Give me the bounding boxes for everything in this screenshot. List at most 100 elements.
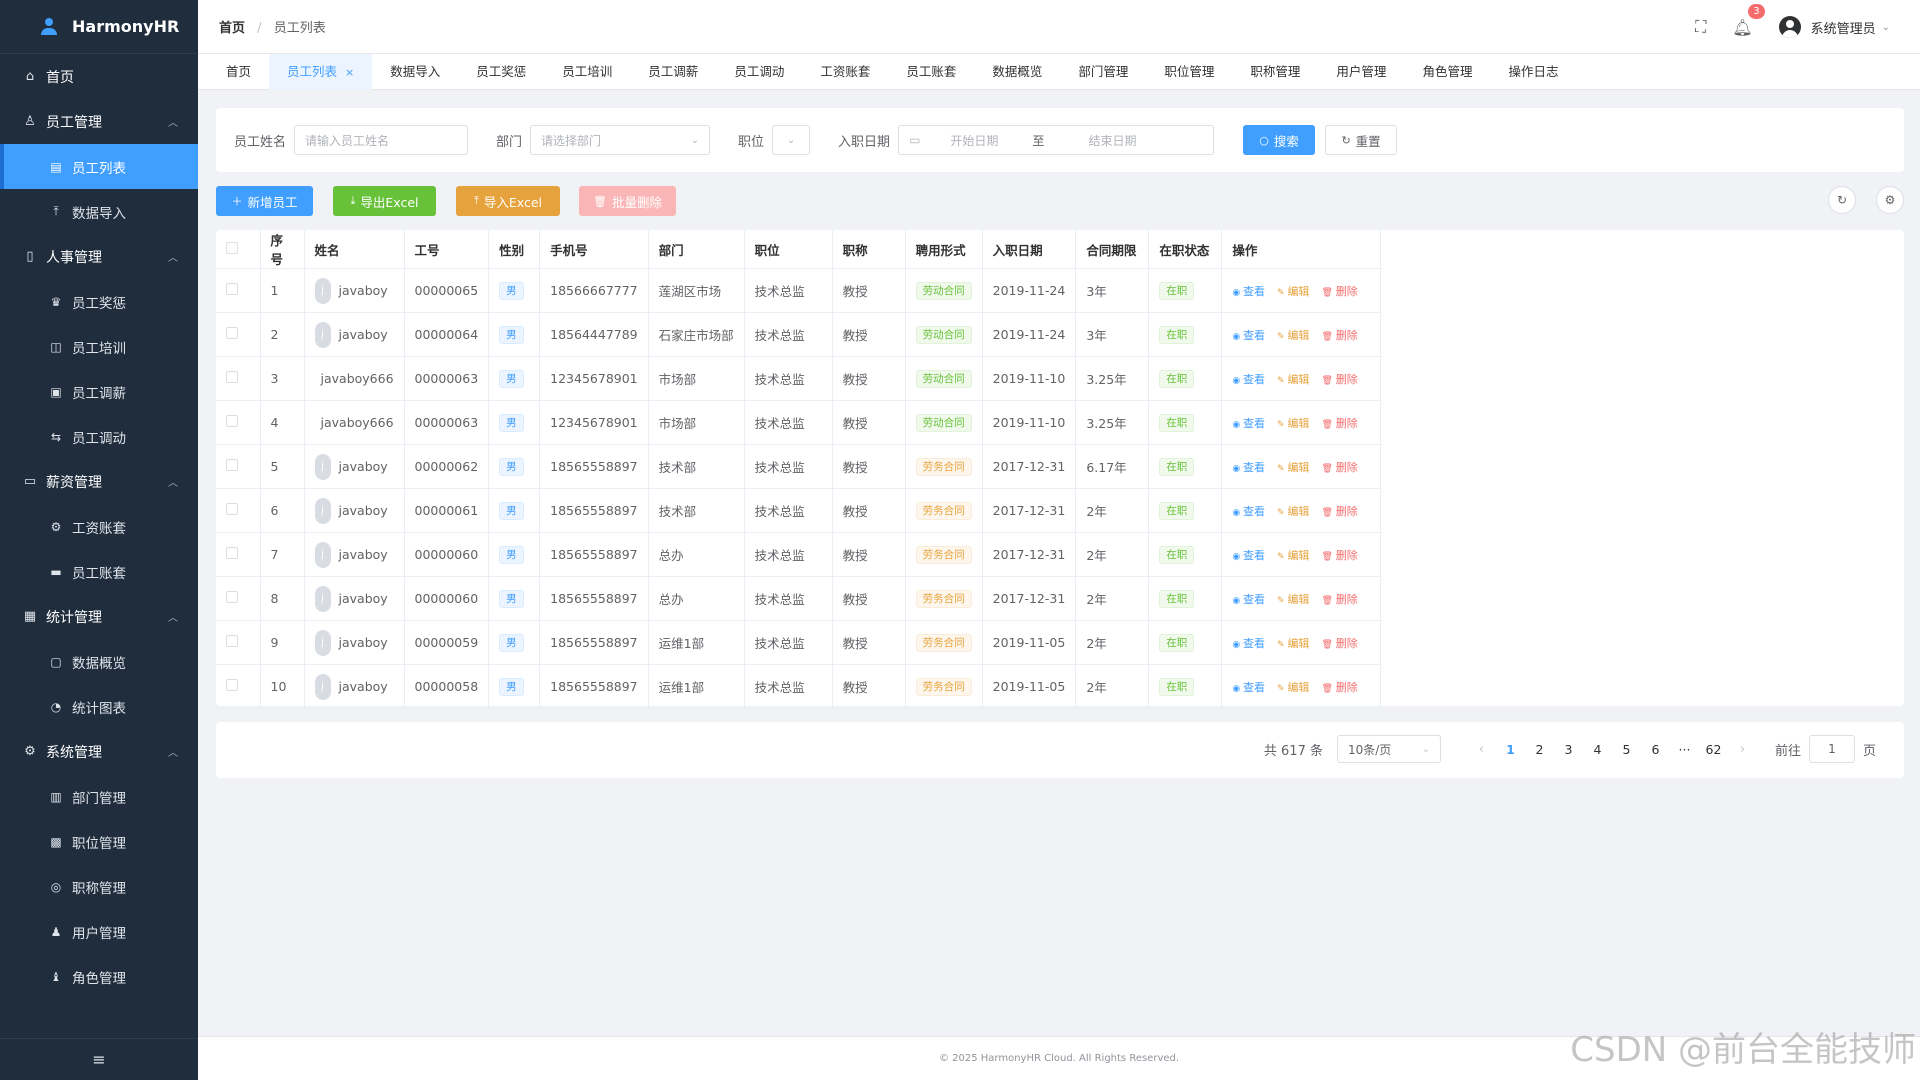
select-all-checkbox[interactable] bbox=[216, 230, 261, 269]
breadcrumb-home[interactable]: 首页 bbox=[219, 21, 245, 36]
reset-button[interactable]: ↻ 重置 bbox=[1325, 125, 1398, 155]
delete-button[interactable]: 🗑︎ 删除 bbox=[1321, 637, 1357, 650]
tab-6[interactable]: 员工调动 bbox=[716, 54, 802, 90]
tab-13[interactable]: 用户管理 bbox=[1318, 54, 1404, 90]
delete-button[interactable]: 🗑︎ 删除 bbox=[1321, 373, 1357, 386]
search-button[interactable]: ○ 搜索 bbox=[1243, 125, 1316, 155]
edit-button[interactable]: ✎ 编辑 bbox=[1277, 549, 1309, 562]
fullscreen-icon[interactable]: ⛶ bbox=[1695, 17, 1706, 37]
tab-2[interactable]: 数据导入 bbox=[372, 54, 458, 90]
next-page-icon[interactable]: › bbox=[1728, 742, 1757, 757]
tab-3[interactable]: 员工奖惩 bbox=[458, 54, 544, 90]
view-button[interactable]: ◉ 查看 bbox=[1232, 637, 1265, 650]
sidebar-item-money[interactable]: ▣ 员工调薪 bbox=[0, 369, 198, 414]
view-button[interactable]: ◉ 查看 bbox=[1232, 329, 1265, 342]
sidebar-group-document[interactable]: ▯ 人事管理 ︿ bbox=[0, 234, 198, 279]
sidebar-item-person[interactable]: ♟ 用户管理 bbox=[0, 909, 198, 954]
row-checkbox[interactable] bbox=[226, 459, 238, 471]
view-button[interactable]: ◉ 查看 bbox=[1232, 681, 1265, 694]
gear-icon[interactable]: ⚙ bbox=[1876, 186, 1904, 214]
sidebar-item-gear[interactable]: ⚙ 工资账套 bbox=[0, 504, 198, 549]
view-button[interactable]: ◉ 查看 bbox=[1232, 505, 1265, 518]
tab-4[interactable]: 员工培训 bbox=[544, 54, 630, 90]
sidebar-group-folder[interactable]: ▭ 薪资管理 ︿ bbox=[0, 459, 198, 504]
bell-icon[interactable]: 🔔︎ 3 bbox=[1732, 3, 1765, 37]
import-excel-button[interactable]: ⤒ 导入Excel bbox=[456, 186, 560, 216]
edit-button[interactable]: ✎ 编辑 bbox=[1277, 505, 1309, 518]
sidebar-item-home[interactable]: ⌂ 首页 bbox=[0, 54, 198, 99]
sidebar-item-medal[interactable]: ◎ 职称管理 bbox=[0, 864, 198, 909]
sidebar-item-card[interactable]: ▬ 员工账套 bbox=[0, 549, 198, 594]
tab-5[interactable]: 员工调薪 bbox=[630, 54, 716, 90]
delete-button[interactable]: 🗑︎ 删除 bbox=[1321, 417, 1357, 430]
delete-button[interactable]: 🗑︎ 删除 bbox=[1321, 329, 1357, 342]
page-number[interactable]: ··· bbox=[1670, 742, 1699, 757]
close-icon[interactable]: × bbox=[345, 66, 354, 79]
sidebar-item-upload[interactable]: ⤒ 数据导入 bbox=[0, 189, 198, 234]
tab-14[interactable]: 角色管理 bbox=[1404, 54, 1490, 90]
tab-0[interactable]: 首页 bbox=[208, 54, 269, 90]
edit-button[interactable]: ✎ 编辑 bbox=[1277, 329, 1309, 342]
checkbox[interactable] bbox=[226, 241, 238, 254]
tab-11[interactable]: 职位管理 bbox=[1146, 54, 1232, 90]
goto-page-input[interactable]: 1 bbox=[1808, 735, 1855, 763]
view-button[interactable]: ◉ 查看 bbox=[1232, 285, 1265, 298]
tab-9[interactable]: 数据概览 bbox=[974, 54, 1060, 90]
user-name[interactable]: 系统管理员 bbox=[1811, 18, 1876, 37]
name-search-input[interactable]: 请输入员工姓名 bbox=[294, 125, 469, 155]
edit-button[interactable]: ✎ 编辑 bbox=[1277, 373, 1309, 386]
row-checkbox[interactable] bbox=[226, 327, 238, 339]
row-checkbox[interactable] bbox=[226, 547, 238, 559]
collapse-menu-icon[interactable]: ≡ bbox=[0, 1038, 198, 1080]
page-number[interactable]: 4 bbox=[1583, 742, 1612, 757]
sidebar-item-transfer[interactable]: ⇆ 员工调动 bbox=[0, 414, 198, 459]
export-excel-button[interactable]: ⤓ 导出Excel bbox=[333, 186, 436, 216]
sidebar-item-role[interactable]: ♝ 角色管理 bbox=[0, 954, 198, 999]
tab-10[interactable]: 部门管理 bbox=[1060, 54, 1146, 90]
view-button[interactable]: ◉ 查看 bbox=[1232, 593, 1265, 606]
page-number[interactable]: 3 bbox=[1554, 742, 1583, 757]
sidebar-item-pie[interactable]: ◔ 统计图表 bbox=[0, 684, 198, 729]
batch-delete-button[interactable]: 🗑︎ 批量删除 bbox=[579, 186, 676, 216]
tab-8[interactable]: 员工账套 bbox=[888, 54, 974, 90]
row-checkbox[interactable] bbox=[226, 503, 238, 515]
sidebar-item-briefcase[interactable]: ▩ 职位管理 bbox=[0, 819, 198, 864]
view-button[interactable]: ◉ 查看 bbox=[1232, 549, 1265, 562]
delete-button[interactable]: 🗑︎ 删除 bbox=[1321, 681, 1357, 694]
row-checkbox[interactable] bbox=[226, 283, 238, 295]
delete-button[interactable]: 🗑︎ 删除 bbox=[1321, 461, 1357, 474]
date-range-picker[interactable]: ▭ 开始日期 至 结束日期 bbox=[898, 125, 1215, 155]
delete-button[interactable]: 🗑︎ 删除 bbox=[1321, 593, 1357, 606]
page-number[interactable]: 5 bbox=[1612, 742, 1641, 757]
sidebar-group-chart[interactable]: ▦ 统计管理 ︿ bbox=[0, 594, 198, 639]
delete-button[interactable]: 🗑︎ 删除 bbox=[1321, 549, 1357, 562]
tab-7[interactable]: 工资账套 bbox=[802, 54, 888, 90]
chevron-down-icon[interactable]: ⌄ bbox=[1882, 22, 1890, 33]
tab-15[interactable]: 操作日志 bbox=[1490, 54, 1576, 90]
row-checkbox[interactable] bbox=[226, 635, 238, 647]
page-number[interactable]: 2 bbox=[1525, 742, 1554, 757]
edit-button[interactable]: ✎ 编辑 bbox=[1277, 285, 1309, 298]
page-size-select[interactable]: 10条/页 ⌄ bbox=[1336, 735, 1441, 763]
sidebar-group-user[interactable]: ♙ 员工管理 ︿ bbox=[0, 99, 198, 144]
row-checkbox[interactable] bbox=[226, 591, 238, 603]
page-number[interactable]: 62 bbox=[1699, 742, 1728, 757]
sidebar-item-clipboard[interactable]: ▤ 员工列表 bbox=[0, 144, 198, 189]
refresh-icon[interactable]: ↻ bbox=[1828, 186, 1856, 214]
sidebar-group-settings[interactable]: ⚙ 系统管理 ︿ bbox=[0, 729, 198, 774]
row-checkbox[interactable] bbox=[226, 415, 238, 427]
delete-button[interactable]: 🗑︎ 删除 bbox=[1321, 285, 1357, 298]
sidebar-item-monitor[interactable]: ▢ 数据概览 bbox=[0, 639, 198, 684]
app-logo[interactable]: HarmonyHR bbox=[0, 0, 198, 54]
prev-page-icon[interactable]: ‹ bbox=[1467, 742, 1496, 757]
edit-button[interactable]: ✎ 编辑 bbox=[1277, 681, 1309, 694]
dept-select[interactable]: 请选择部门 ⌄ bbox=[530, 125, 711, 155]
sidebar-item-building[interactable]: ▥ 部门管理 bbox=[0, 774, 198, 819]
add-employee-button[interactable]: ＋ 新增员工 bbox=[216, 186, 313, 216]
delete-button[interactable]: 🗑︎ 删除 bbox=[1321, 505, 1357, 518]
edit-button[interactable]: ✎ 编辑 bbox=[1277, 593, 1309, 606]
row-checkbox[interactable] bbox=[226, 371, 238, 383]
edit-button[interactable]: ✎ 编辑 bbox=[1277, 637, 1309, 650]
tab-1[interactable]: 员工列表 × bbox=[269, 53, 373, 90]
edit-button[interactable]: ✎ 编辑 bbox=[1277, 461, 1309, 474]
